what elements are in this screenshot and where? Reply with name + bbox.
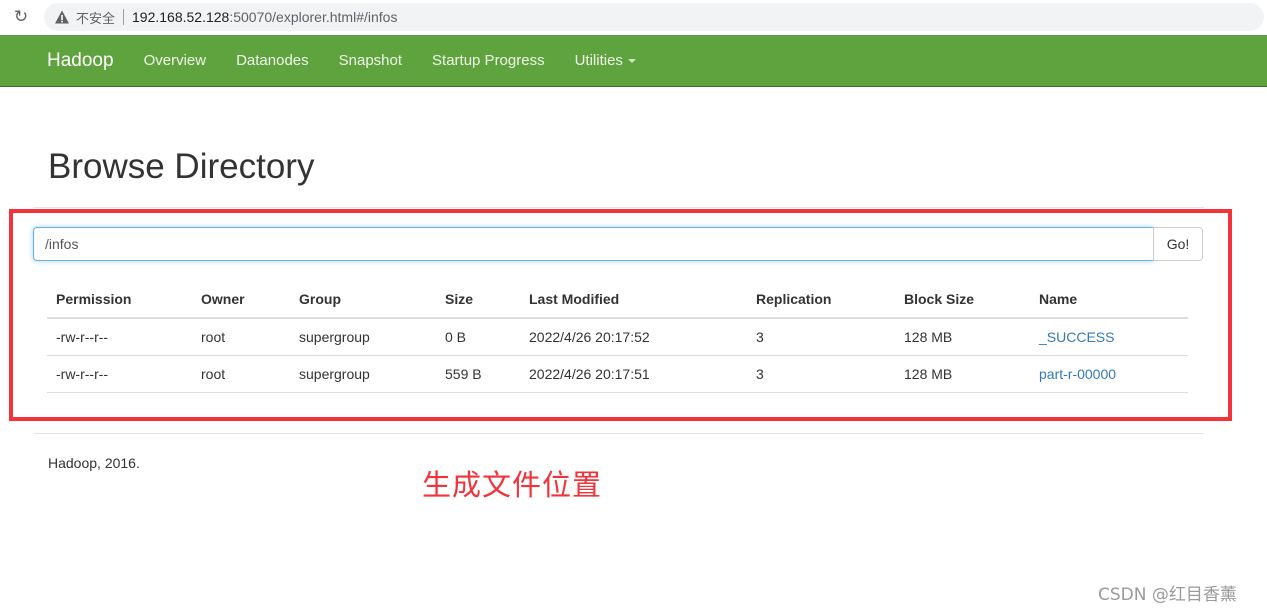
- file-link[interactable]: part-r-00000: [1039, 366, 1116, 382]
- navbar-brand[interactable]: Hadoop: [47, 50, 114, 72]
- nav-item-startup-progress[interactable]: Startup Progress: [432, 52, 545, 69]
- annotation-label: 生成文件位置: [422, 468, 603, 502]
- cell-replication: 3: [747, 355, 895, 393]
- watermark: CSDN @红目香薰: [1098, 585, 1237, 605]
- cell-group: supergroup: [290, 355, 436, 393]
- directory-path-input[interactable]: [33, 227, 1154, 261]
- cell-replication: 3: [747, 318, 895, 356]
- table-row: -rw-r--r-- root supergroup 559 B 2022/4/…: [47, 355, 1188, 393]
- cell-block-size: 128 MB: [895, 318, 1030, 356]
- browser-address-bar: ↻ 不安全 192.168.52.128:50070/explorer.html…: [0, 0, 1267, 34]
- warning-icon[interactable]: [54, 9, 70, 25]
- cell-block-size: 128 MB: [895, 355, 1030, 393]
- table-header-row: Permission Owner Group Size Last Modifie…: [47, 280, 1188, 319]
- file-listing-table: Permission Owner Group Size Last Modifie…: [47, 280, 1188, 393]
- file-link[interactable]: _SUCCESS: [1039, 329, 1114, 345]
- header-owner[interactable]: Owner: [192, 280, 290, 319]
- footer-text: Hadoop, 2016.: [48, 455, 140, 471]
- omnibox-divider: [123, 9, 125, 25]
- cell-last-modified: 2022/4/26 20:17:51: [520, 355, 747, 393]
- header-group[interactable]: Group: [290, 280, 436, 319]
- nav-item-utilities[interactable]: Utilities: [575, 52, 636, 69]
- cell-owner: root: [192, 318, 290, 356]
- url-path: :50070/explorer.html#/infos: [229, 9, 398, 25]
- header-name[interactable]: Name: [1030, 280, 1188, 319]
- security-label: 不安全: [76, 10, 116, 26]
- title-divider: [34, 207, 1204, 208]
- header-replication[interactable]: Replication: [747, 280, 895, 319]
- nav-item-datanodes[interactable]: Datanodes: [236, 52, 309, 69]
- header-block-size[interactable]: Block Size: [895, 280, 1030, 319]
- cell-name: _SUCCESS: [1030, 318, 1188, 356]
- header-last-modified[interactable]: Last Modified: [520, 280, 747, 319]
- cell-group: supergroup: [290, 318, 436, 356]
- cell-name: part-r-00000: [1030, 355, 1188, 393]
- reload-icon[interactable]: ↻: [12, 8, 30, 26]
- header-permission[interactable]: Permission: [47, 280, 192, 319]
- caret-down-icon: [627, 59, 636, 64]
- footer-divider: [34, 433, 1204, 434]
- nav-item-overview[interactable]: Overview: [144, 52, 207, 69]
- page-title: Browse Directory: [48, 147, 315, 186]
- header-size[interactable]: Size: [436, 280, 520, 319]
- cell-size: 0 B: [436, 318, 520, 356]
- cell-last-modified: 2022/4/26 20:17:52: [520, 318, 747, 356]
- top-navbar: Hadoop Overview Datanodes Snapshot Start…: [0, 35, 1267, 87]
- nav-item-snapshot[interactable]: Snapshot: [339, 52, 402, 69]
- cell-owner: root: [192, 355, 290, 393]
- cell-size: 559 B: [436, 355, 520, 393]
- url-omnibox[interactable]: 不安全 192.168.52.128:50070/explorer.html#/…: [44, 3, 1264, 31]
- table-row: -rw-r--r-- root supergroup 0 B 2022/4/26…: [47, 318, 1188, 356]
- cell-permission[interactable]: -rw-r--r--: [47, 355, 192, 393]
- nav-item-utilities-label: Utilities: [574, 52, 623, 69]
- cell-permission[interactable]: -rw-r--r--: [47, 318, 192, 356]
- url-host: 192.168.52.128: [132, 9, 230, 25]
- go-button[interactable]: Go!: [1153, 227, 1203, 261]
